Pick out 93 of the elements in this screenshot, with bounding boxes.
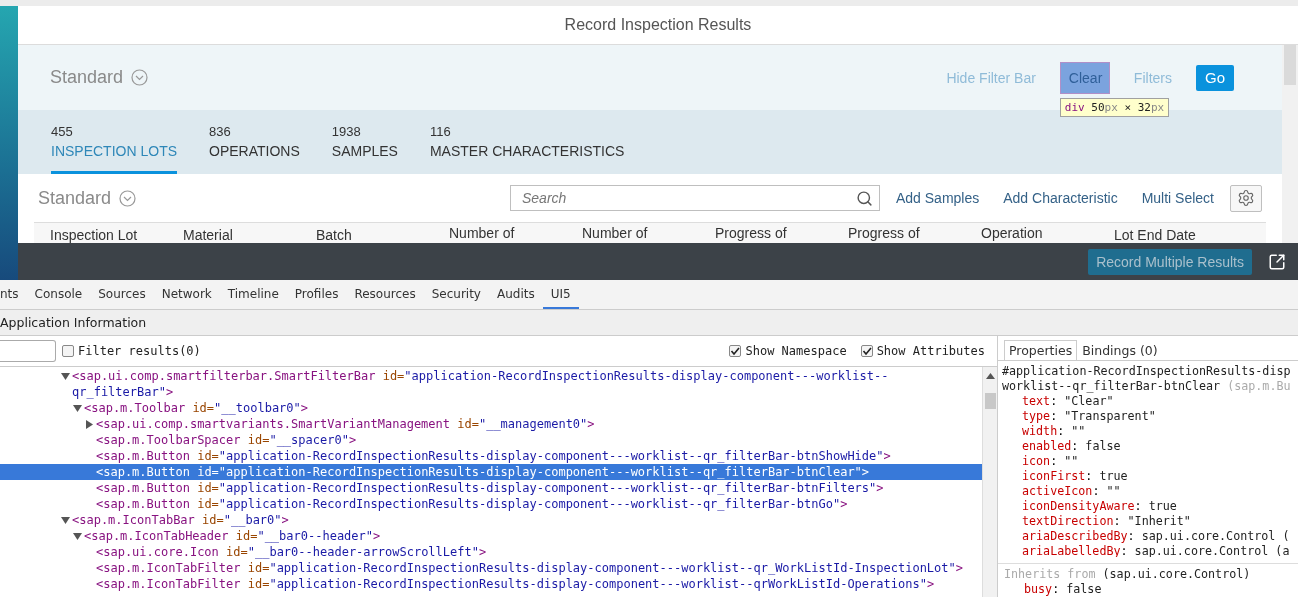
scrollbar[interactable] bbox=[982, 367, 997, 597]
property-row-text: iconDensityAware: true bbox=[1021, 499, 1178, 514]
devtools-tab[interactable]: Console bbox=[26, 280, 91, 309]
tree-node[interactable]: <sap.m.Button id="application-RecordInspectionResults-display-component---worklist--qr_filterBar-btnFilters"> bbox=[0, 480, 982, 496]
settings-button[interactable] bbox=[1230, 184, 1262, 212]
page-title: Record Inspection Results bbox=[564, 16, 752, 34]
tree-node[interactable]: <sap.m.IconTabFilter id="application-RecordInspectionResults-display-component---worklist--qr_WorkListId-InspectionLot"> bbox=[0, 560, 982, 576]
triangle-down-icon[interactable] bbox=[61, 516, 70, 525]
column-header[interactable]: Operation bbox=[981, 223, 1114, 243]
section-title: Application Information bbox=[0, 315, 147, 330]
tree-node[interactable]: <sap.m.IconTabHeader id="__bar0--header"> bbox=[0, 528, 982, 544]
search-field[interactable]: Search bbox=[509, 185, 880, 211]
column-header[interactable]: Inspection Lot bbox=[50, 223, 183, 243]
tab-label: SAMPLES bbox=[331, 142, 398, 161]
tree-node[interactable]: <sap.m.Button id="application-RecordInspectionResults-display-component---worklist--qr_filterBar-btnShowHide"> bbox=[0, 448, 982, 464]
property-row-text: activeIcon: "" bbox=[1021, 484, 1122, 499]
toolbar-link[interactable]: Add Characteristic bbox=[1003, 190, 1118, 206]
devtools-tab[interactable]: Timeline bbox=[219, 280, 287, 309]
property-row-text: icon: "" bbox=[1021, 454, 1080, 469]
option-checkbox[interactable]: Show Attributes bbox=[860, 344, 985, 358]
triangle-down-icon[interactable] bbox=[61, 372, 70, 381]
devtools-tab[interactable]: Sources bbox=[90, 280, 154, 309]
tab[interactable]: 836 OPERATIONS bbox=[209, 124, 300, 174]
control-type: (sap.ui.core.Control) bbox=[1102, 567, 1251, 582]
triangle-down-icon[interactable] bbox=[73, 404, 82, 413]
triangle-right-icon[interactable] bbox=[85, 420, 94, 429]
tab-label: INSPECTION LOTS bbox=[51, 142, 178, 161]
devtools-tab[interactable]: Profiles bbox=[286, 280, 347, 309]
chevron-circle-icon[interactable] bbox=[131, 69, 149, 86]
settings-icon[interactable] bbox=[1237, 189, 1255, 207]
property-row-text: ariaDescribedBy: sap.ui.core.Control ( bbox=[1021, 529, 1291, 544]
tab-count: 1938 bbox=[331, 124, 362, 140]
element-path: #application-RecordInspectionResults-disp bbox=[1002, 364, 1291, 378]
triangle-down-icon[interactable] bbox=[73, 532, 82, 541]
toolbar-link[interactable]: Add Samples bbox=[895, 190, 980, 206]
devtools-tab[interactable]: nts bbox=[0, 280, 27, 309]
variant-title[interactable]: Standard bbox=[38, 187, 112, 209]
chevron-circle-icon[interactable] bbox=[119, 189, 137, 207]
property-row-text: type: "Transparent" bbox=[1021, 409, 1157, 424]
tree-node[interactable]: <sap.m.Toolbar id="__toolbar0"> bbox=[0, 400, 982, 416]
column-header[interactable]: Number of bbox=[582, 223, 715, 243]
property-row-text: width: "" bbox=[1021, 424, 1087, 439]
search-icon[interactable] bbox=[855, 189, 873, 207]
tab-count: 116 bbox=[429, 124, 452, 140]
column-header[interactable]: Progress of bbox=[848, 223, 981, 243]
tree-node[interactable]: <sap.m.ToolbarSpacer id="__spacer0"> bbox=[0, 432, 982, 448]
filter-checkbox[interactable]: Filter results(0) bbox=[62, 344, 201, 358]
property-row-text: textDirection: "Inherit" bbox=[1021, 514, 1192, 529]
tree-node[interactable]: <sap.m.Button id="application-RecordInspectionResults-display-component---worklist--qr_filterBar-btnClear"> bbox=[0, 464, 982, 480]
property-row-text: enabled: false bbox=[1021, 439, 1122, 454]
search-input[interactable]: Search bbox=[519, 189, 856, 207]
tree-node[interactable]: <sap.ui.core.Icon id="__bar0--header-arrowScrollLeft"> bbox=[0, 544, 982, 560]
property-row-text: text: "Clear" bbox=[1021, 394, 1115, 409]
column-header[interactable]: Number of bbox=[449, 223, 582, 243]
inspect-tooltip: div 50px × 32px bbox=[1059, 97, 1170, 117]
tab-count: 836 bbox=[209, 124, 232, 140]
option-checkbox[interactable]: Show Namespace bbox=[729, 344, 847, 358]
tree-node[interactable]: <sap.m.Button id="application-RecordInspectionResults-display-component---worklist--qr_filterBar-btnGo"> bbox=[0, 496, 982, 512]
property-row-text: ariaLabelledBy: sap.ui.core.Control (a bbox=[1021, 544, 1291, 558]
scrollbar[interactable] bbox=[1282, 45, 1298, 243]
toolbar-link[interactable]: Multi Select bbox=[1141, 190, 1214, 206]
control-type: (sap.m.Bu bbox=[1227, 379, 1291, 393]
property-row-text: busy: false bbox=[1023, 582, 1103, 597]
column-header[interactable]: Lot End Date bbox=[1114, 223, 1247, 243]
tree-node[interactable]: <sap.m.IconTabBar id="__bar0"> bbox=[0, 512, 982, 528]
scroll-thumb[interactable] bbox=[984, 393, 996, 409]
external-link-icon[interactable] bbox=[1268, 252, 1286, 271]
check-icon[interactable] bbox=[730, 346, 741, 356]
devtools-tab[interactable]: Network bbox=[153, 280, 220, 309]
tab-label: MASTER CHARACTERISTICS bbox=[429, 142, 625, 161]
inherits-label: Inherits from bbox=[1004, 567, 1096, 582]
tab-count: 455 bbox=[51, 124, 74, 140]
scroll-up-icon[interactable] bbox=[985, 373, 995, 379]
element-path: worklist--qr_filterBar-btnClear bbox=[1002, 379, 1221, 393]
devtools-tab[interactable]: Security bbox=[423, 280, 489, 309]
tab[interactable]: 1938 SAMPLES bbox=[331, 124, 398, 174]
tree-node[interactable]: <sap.ui.comp.smartfilterbar.SmartFilterBar id="application-RecordInspectionResults-display-component---worklist--qr_filterBar"> bbox=[0, 368, 982, 400]
tab[interactable]: 116 MASTER CHARACTERISTICS bbox=[429, 124, 625, 174]
tab[interactable]: 455 INSPECTION LOTS bbox=[51, 124, 178, 174]
column-header[interactable]: Progress of bbox=[715, 223, 848, 243]
panel-tab[interactable]: Properties bbox=[1004, 340, 1078, 360]
column-header[interactable]: Batch bbox=[316, 223, 449, 243]
tab-label: OPERATIONS bbox=[209, 142, 300, 161]
panel-tab[interactable]: Bindings (0) bbox=[1077, 340, 1163, 360]
column-header[interactable]: Material bbox=[183, 223, 316, 243]
filter-input[interactable] bbox=[0, 340, 56, 362]
tree-node[interactable]: <sap.ui.comp.smartvariants.SmartVariantManagement id="__management0"> bbox=[0, 416, 982, 432]
check-icon[interactable] bbox=[861, 346, 872, 356]
devtools-tab[interactable]: Audits bbox=[488, 280, 543, 309]
devtools-tab[interactable]: Resources bbox=[346, 280, 424, 309]
property-row-text: iconFirst: true bbox=[1021, 469, 1129, 484]
tree-node[interactable]: <sap.m.IconTabFilter id="application-RecordInspectionResults-display-component---worklist--qrWorkListId-Operations"> bbox=[0, 576, 982, 592]
scroll-thumb[interactable] bbox=[1284, 45, 1296, 85]
